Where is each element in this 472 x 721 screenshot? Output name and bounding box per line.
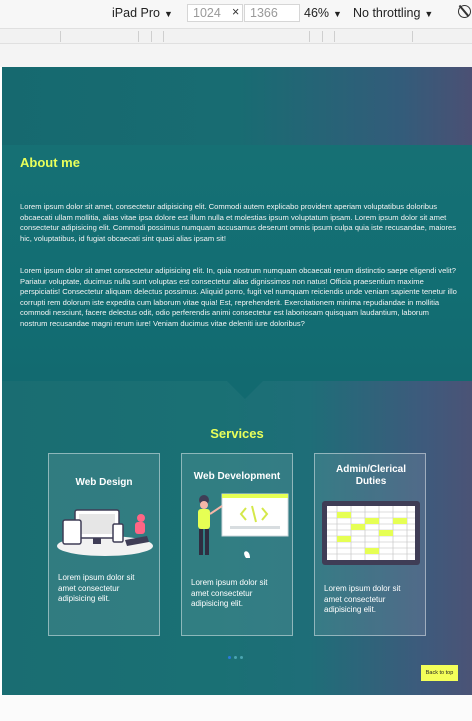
page-viewport: About me Lorem ipsum dolor sit amet, con… <box>2 67 472 695</box>
height-input[interactable]: 1366 <box>244 4 300 22</box>
throttling-value: No throttling <box>353 6 421 20</box>
about-paragraph: Lorem ipsum dolor sit amet, consectetur … <box>20 202 457 243</box>
service-title: Web Design <box>75 477 133 488</box>
about-paragraph: Lorem ipsum dolor sit amet consectetur a… <box>20 266 457 328</box>
device-selector[interactable]: iPad Pro ▼ <box>112 6 173 20</box>
chevron-down-icon: ▼ <box>163 9 173 19</box>
service-title: Web Development <box>193 471 281 482</box>
about-heading: About me <box>20 155 80 170</box>
dimension-separator: × <box>232 5 240 19</box>
devtools-toolbar: iPad Pro ▼ 1024 × 1366 46% ▼ No throttling… <box>0 0 472 28</box>
service-card-web-design: Web Design Lorem ipsum dolor sit amet co… <box>48 453 160 636</box>
service-description: Lorem ipsum dolor sit amet consectetur a… <box>191 578 268 608</box>
service-card-admin-clerical: Admin/Clerical Duties Lorem ipsum dolor … <box>314 453 426 636</box>
service-title: Admin/Clerical Duties <box>335 464 407 487</box>
hero-banner <box>2 67 472 145</box>
carousel-dot[interactable] <box>234 656 237 659</box>
media-query-ruler[interactable] <box>0 28 472 44</box>
spreadsheet-illustration-icon <box>322 501 420 565</box>
device-name: iPad Pro <box>112 6 160 20</box>
viewport-footer-area <box>0 695 472 721</box>
services-heading: Services <box>210 426 264 441</box>
zoom-value: 46% <box>304 6 330 20</box>
back-to-top-button[interactable]: Back to top <box>421 665 458 681</box>
carousel-dot[interactable] <box>228 656 231 659</box>
throttling-selector[interactable]: No throttling ▼ <box>353 6 433 20</box>
viewport-gutter <box>0 44 472 67</box>
service-card-web-development: Web Development Lorem ipsum dolor sit am… <box>181 453 293 636</box>
carousel-dot[interactable] <box>240 656 243 659</box>
chevron-down-icon: ▼ <box>333 9 342 19</box>
devices-illustration-icon <box>57 509 153 556</box>
rotate-icon[interactable] <box>458 5 471 18</box>
service-description: Lorem ipsum dolor sit amet consectetur a… <box>324 584 401 614</box>
chevron-down-icon: ▼ <box>424 9 434 19</box>
about-section: About me Lorem ipsum dolor sit amet, con… <box>2 145 472 381</box>
service-description: Lorem ipsum dolor sit amet consectetur a… <box>58 573 135 603</box>
carousel-pagination[interactable] <box>228 646 246 664</box>
developer-illustration-icon <box>198 493 289 558</box>
zoom-selector[interactable]: 46% ▼ <box>304 6 342 20</box>
section-divider-arrow <box>227 381 263 399</box>
